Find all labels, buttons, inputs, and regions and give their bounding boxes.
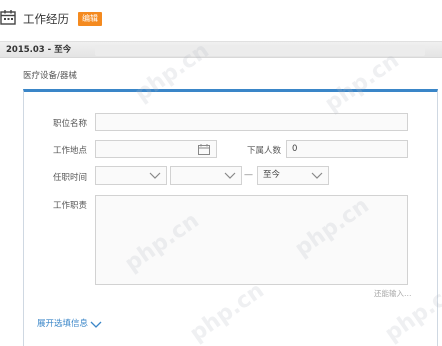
position-name-label: 职位名称 [53,119,88,129]
section-header: 工作经历 编辑 [0,0,442,40]
company-industry: 医疗设备/器械 [23,71,77,81]
duties-textarea[interactable] [95,195,408,285]
end-date-select[interactable]: 至今 [257,166,329,185]
edit-button[interactable]: 编辑 [78,12,102,26]
tenure-separator: — [244,170,253,180]
experience-period: 2015.03 - 至今 [6,45,72,55]
expand-optional-info-link[interactable]: 展开选填信息 [37,318,88,330]
experience-period-bar[interactable]: 2015.03 - 至今 [0,41,442,58]
char-limit-hint: 还能输入… [374,289,412,298]
subordinates-input[interactable]: 0 [286,140,408,158]
subordinates-label: 下属人数 [247,146,282,156]
work-location-label: 工作地点 [53,146,88,156]
tenure-label: 任职时间 [53,173,88,183]
work-location-input[interactable] [95,140,217,158]
chevron-down-icon [311,172,323,179]
chevron-down-icon [149,172,161,179]
position-name-input[interactable] [95,113,408,131]
chevron-down-icon[interactable] [90,319,102,329]
start-year-select[interactable] [95,166,167,185]
duties-label: 工作职责 [53,201,88,211]
section-title: 工作经历 [23,12,69,26]
chevron-down-icon [224,172,236,179]
start-month-select[interactable] [170,166,242,185]
calendar-icon [0,10,16,25]
date-picker-icon[interactable] [198,144,210,155]
company-name-redacted [95,45,425,56]
